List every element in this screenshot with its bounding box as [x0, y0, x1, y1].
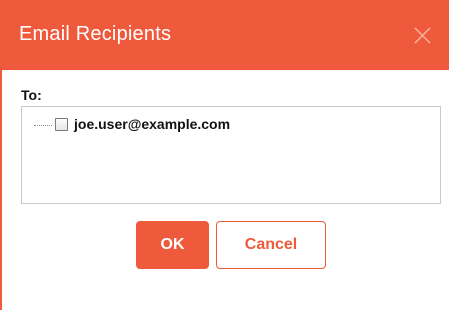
close-icon[interactable] — [414, 27, 431, 44]
email-recipients-dialog: Email Recipients To: joe.user@example.co… — [0, 0, 449, 310]
tree-connector — [34, 125, 52, 126]
recipient-email[interactable]: joe.user@example.com — [74, 116, 230, 133]
dialog-left-border — [0, 70, 2, 310]
dialog-title: Email Recipients — [19, 23, 172, 45]
ok-button[interactable]: OK — [136, 221, 209, 269]
dialog-titlebar: Email Recipients — [0, 0, 449, 70]
cancel-button[interactable]: Cancel — [216, 221, 326, 269]
to-label: To: — [21, 87, 42, 103]
recipient-checkbox[interactable] — [55, 118, 68, 131]
recipient-list: joe.user@example.com — [21, 106, 441, 204]
